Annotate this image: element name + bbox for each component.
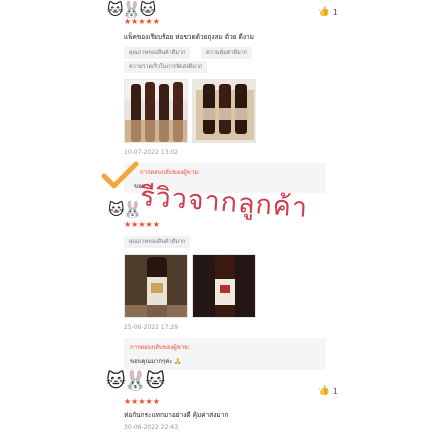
review-comment: แพ็คของเรียบร้อย ห่อขวดด้วยถุงลม ด้วย ดี… <box>124 33 254 41</box>
review-photo[interactable] <box>192 254 256 318</box>
review-tag: คุณภาพของสินค้าดีมาก <box>124 236 191 248</box>
cartoon-cats-sticker: 🐱🐰🐱 <box>106 370 165 392</box>
review-comment: ห่อกันกระแทกมาอย่างดี คุ้มค่าส่งมาก <box>124 411 229 419</box>
review-date: 25-06-2022 17:29 <box>124 324 179 331</box>
rating-stars: ★★★★★ <box>124 397 160 406</box>
review-date: 30-06-2022 22:43 <box>124 424 179 431</box>
cartoon-cats-sticker: 🐱🐰 <box>108 200 143 219</box>
review-tag: ความรวดเร็วในการจัดส่งดีมาก <box>124 61 208 73</box>
like-count: 1 <box>332 7 338 17</box>
rating-stars: ★★★★★ <box>124 17 160 26</box>
review-photo[interactable] <box>124 254 188 318</box>
check-mark-icon <box>101 161 139 189</box>
review-photo[interactable] <box>124 79 188 143</box>
review-card-1: 🐱🐰🐱 ★★★★★ 👍 1 ··· แพ็คของเรียบร้อย ห่อขว… <box>0 0 432 160</box>
review-tag: คุณภาพของสินค้าดีมาก <box>124 47 191 59</box>
review-card-3: 🐱🐰🐱 ★★★★★ 👍 1 ··· ห่อกันกระแทกมาอย่างดี … <box>0 370 432 432</box>
review-date: 10-07-2022 13:02 <box>124 149 179 156</box>
like-count: 1 <box>332 386 338 396</box>
review-tag: ความคุ้มค่าดีมาก <box>201 47 253 59</box>
seller-reply-title: การตอบกลับของผู้ขาย: <box>130 344 190 351</box>
seller-reply-body: ขอบคุณมากๆค่ะ 🙏 <box>130 358 182 365</box>
review-card-2: 🐱🐰 ★★★★★ คุณภาพของสินค้าดีมาก 25-06-2022… <box>0 200 432 370</box>
more-dots-icon[interactable]: ··· <box>318 6 330 16</box>
more-dots-icon[interactable]: ··· <box>318 385 330 395</box>
review-photo[interactable] <box>192 79 256 143</box>
seller-reply: การตอบกลับของผู้ขาย: ขอบคุณมากๆค่ะ 🙏 <box>124 338 326 370</box>
rating-stars: ★★★★★ <box>124 220 160 229</box>
cartoon-cats-sticker: 🐱🐰🐱 <box>107 0 156 19</box>
